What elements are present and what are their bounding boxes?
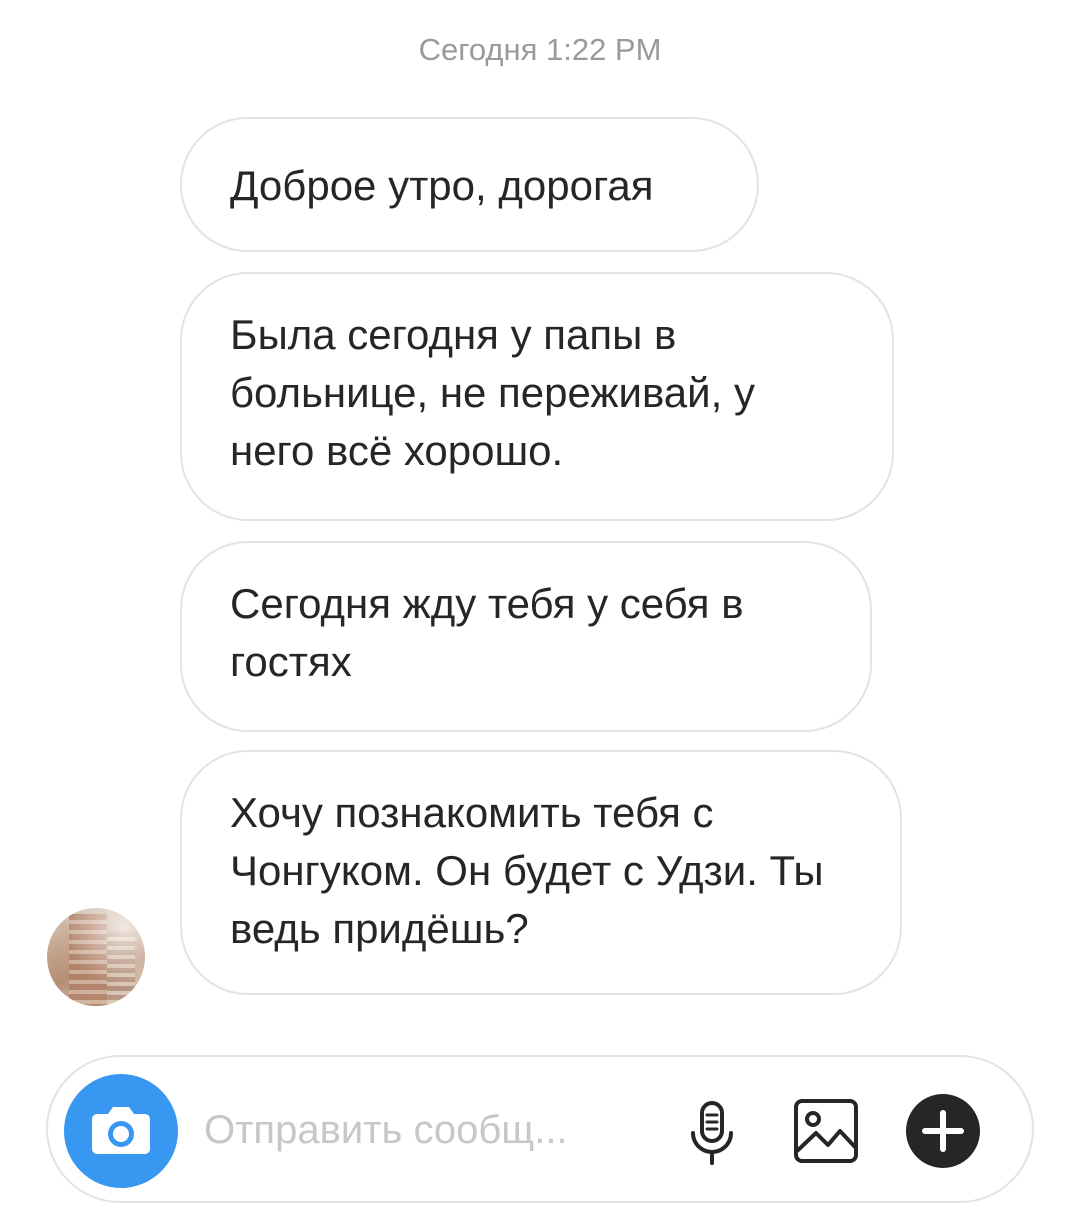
avatar-image-haze [47, 908, 145, 1006]
message-input[interactable] [204, 1105, 644, 1155]
message-text: Сегодня жду тебя у себя в гостях [230, 580, 744, 685]
microphone-button[interactable] [674, 1093, 750, 1169]
message-bubble[interactable]: Хочу познакомить тебя с Чонгуком. Он буд… [180, 750, 902, 995]
message-bubble[interactable]: Сегодня жду тебя у себя в гостях [180, 541, 872, 732]
microphone-icon [691, 1101, 733, 1165]
message-bubble[interactable]: Доброе утро, дорогая [180, 117, 759, 252]
chat-screen: Сегодня 1:22 PM Доброе утро, дорогая Был… [0, 0, 1080, 1218]
camera-button[interactable] [64, 1074, 178, 1188]
sender-avatar[interactable] [47, 908, 145, 1006]
plus-icon [906, 1094, 980, 1168]
message-bubble[interactable]: Была сегодня у папы в больнице, не переж… [180, 272, 894, 521]
camera-icon [92, 1107, 150, 1154]
message-text: Была сегодня у папы в больнице, не переж… [230, 311, 755, 474]
image-icon [794, 1099, 858, 1163]
message-text: Хочу познакомить тебя с Чонгуком. Он буд… [230, 789, 824, 952]
add-content-button[interactable] [905, 1093, 981, 1169]
message-text: Доброе утро, дорогая [230, 162, 654, 209]
message-timestamp: Сегодня 1:22 PM [418, 32, 662, 67]
message-composer [46, 1055, 1034, 1203]
gallery-button[interactable] [788, 1093, 864, 1169]
